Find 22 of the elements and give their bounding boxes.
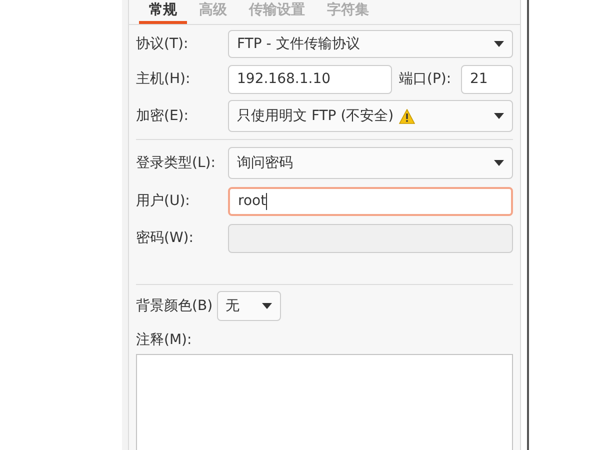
caret-icon: [262, 303, 272, 309]
password-label: 密码(W):: [136, 228, 194, 248]
port-field[interactable]: 21: [461, 64, 513, 94]
background-color-dropdown[interactable]: 无: [216, 291, 281, 321]
port-label: 端口(P):: [399, 70, 452, 88]
comments-label: 注释(M):: [136, 331, 193, 348]
caret-icon: [494, 113, 504, 119]
caret-icon: [494, 41, 504, 47]
protocol-dropdown[interactable]: FTP - 文件传输协议: [228, 30, 513, 58]
user-label: 用户(U):: [136, 192, 191, 210]
user-field[interactable]: root: [228, 186, 513, 216]
logon-type-label: 登录类型(L):: [136, 154, 216, 172]
host-field[interactable]: 192.168.1.10: [228, 64, 392, 94]
background-color-label: 背景颜色(B): [136, 296, 213, 316]
logon-type-dropdown[interactable]: 询问密码: [228, 147, 513, 179]
comments-field[interactable]: [136, 354, 513, 450]
encryption-label: 加密(E):: [136, 106, 190, 126]
encryption-dropdown[interactable]: 只使用明文 FTP (不安全): [228, 100, 513, 132]
tab[interactable]: 常规: [139, 0, 187, 24]
protocol-label: 协议(T):: [136, 34, 190, 54]
host-label: 主机(H):: [136, 70, 192, 88]
caret-icon: [494, 160, 504, 166]
